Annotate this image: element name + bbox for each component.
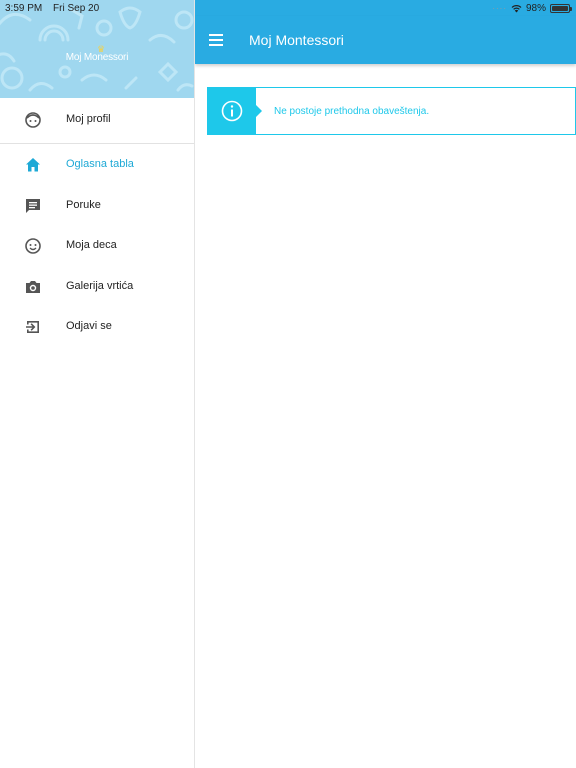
status-date: Fri Sep 20 <box>53 3 100 14</box>
home-icon <box>26 158 40 172</box>
battery-percent: 98% <box>525 3 546 14</box>
app-bar: Moj Montessori <box>195 16 576 64</box>
drawer-item-odjavi-se[interactable]: Odjavi se <box>0 307 194 347</box>
status-bar: 3:59 PM Fri Sep 20 ···· 98% <box>0 0 576 16</box>
drawer-item-moj-profil[interactable]: Moj profil <box>0 100 194 140</box>
info-notice: Ne postoje prethodna obaveštenja. <box>207 87 576 135</box>
status-time: 3:59 PM <box>5 3 43 14</box>
drawer-divider <box>0 143 194 144</box>
info-icon <box>221 100 243 122</box>
battery-icon <box>550 4 572 13</box>
battery-fill <box>552 6 568 11</box>
signal-icon: ···· <box>492 4 507 13</box>
drawer-item-poruke[interactable]: Poruke <box>0 186 194 226</box>
drawer-item-label: Moj profil <box>66 113 111 125</box>
message-icon <box>26 199 40 213</box>
drawer-item-label: Poruke <box>66 199 101 211</box>
drawer-item-label: Moja deca <box>66 239 117 251</box>
drawer-item-label: Galerija vrtića <box>66 280 134 292</box>
menu-icon[interactable] <box>209 34 223 46</box>
navigation-drawer: ♛ Moj Monessori Moj profil Oglasna tabla… <box>0 0 195 768</box>
camera-icon <box>26 281 40 293</box>
drawer-item-label: Odjavi se <box>66 320 112 332</box>
logo-text-2: essori <box>102 52 129 63</box>
page-title: Moj Montessori <box>249 32 344 48</box>
drawer-item-galerija[interactable]: Galerija vrtića <box>0 267 194 307</box>
logout-icon <box>26 321 39 333</box>
crown-icon: ♛ <box>97 44 105 54</box>
wifi-icon <box>511 5 522 13</box>
notice-message: Ne postoje prethodna obaveštenja. <box>274 106 430 117</box>
face-icon <box>25 112 41 128</box>
child-face-icon <box>25 238 41 254</box>
notice-badge <box>208 88 262 134</box>
drawer-item-label: Oglasna tabla <box>66 158 134 170</box>
drawer-item-moja-deca[interactable]: Moja deca <box>0 226 194 266</box>
drawer-item-oglasna-tabla[interactable]: Oglasna tabla <box>0 145 194 185</box>
app-logo: ♛ Moj Monessori <box>0 44 194 63</box>
